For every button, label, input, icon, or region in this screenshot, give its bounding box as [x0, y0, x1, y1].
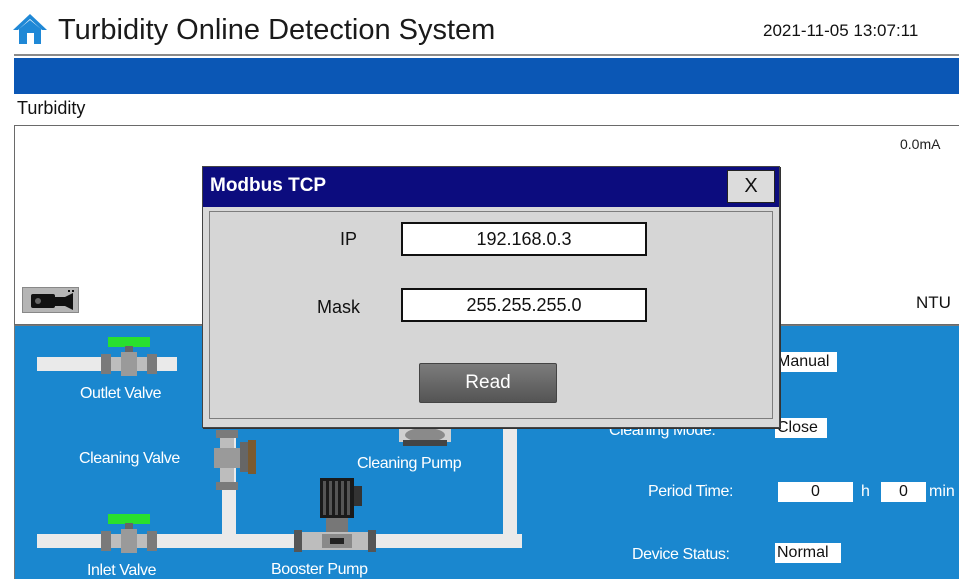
ntu-unit-label: NTU	[916, 293, 951, 312]
mask-field[interactable]: 255.255.255.0	[401, 288, 647, 322]
app-title: Turbidity Online Detection System	[58, 14, 496, 46]
outlet-valve-label: Outlet Valve	[80, 385, 162, 402]
cleaning-pump-label: Cleaning Pump	[357, 455, 462, 472]
modbus-tcp-dialog: Modbus TCP X IP 192.168.0.3 Mask 255.255…	[202, 166, 780, 428]
cleaning-pump[interactable]	[397, 426, 453, 453]
device-status-value: Normal	[775, 543, 841, 563]
inlet-valve-icon	[101, 514, 157, 553]
read-button[interactable]: Read	[419, 363, 557, 403]
home-icon[interactable]	[12, 12, 48, 46]
camera-button[interactable]	[22, 287, 79, 313]
inlet-valve-label: Inlet Valve	[87, 562, 157, 579]
mode-value[interactable]: Manual	[775, 352, 837, 372]
cleaning-valve-icon	[214, 430, 256, 490]
booster-pump-icon	[294, 478, 376, 552]
dialog-title: Modbus TCP	[210, 175, 327, 196]
minutes-unit: min	[929, 483, 955, 500]
cleaning-pump-icon	[399, 428, 451, 446]
ip-field[interactable]: 192.168.0.3	[401, 222, 647, 256]
ip-label: IP	[340, 229, 358, 249]
header-divider	[14, 54, 959, 56]
inlet-valve[interactable]	[99, 513, 159, 560]
period-hours-input[interactable]: 0	[778, 482, 853, 502]
mask-label: Mask	[317, 297, 361, 317]
turbidity-label: Turbidity	[17, 98, 86, 118]
hours-unit: h	[861, 483, 870, 500]
outlet-valve[interactable]	[99, 336, 159, 383]
booster-pump-label: Booster Pump	[271, 561, 368, 578]
cleaning-valve-label: Cleaning Valve	[79, 450, 180, 467]
period-minutes-input[interactable]: 0	[881, 482, 926, 502]
close-button[interactable]: X	[727, 170, 775, 203]
cleaning-valve[interactable]	[210, 430, 256, 495]
device-status-label: Device Status:	[632, 546, 730, 563]
title-bar	[14, 58, 959, 94]
datetime-display: 2021-11-05 13:07:11	[763, 21, 919, 40]
return-pipe-vertical	[503, 428, 517, 548]
camera-icon	[31, 290, 74, 310]
current-ma-value: 0.0mA	[900, 136, 941, 152]
period-time-label: Period Time:	[648, 483, 734, 500]
cleaning-mode-value[interactable]: Close	[775, 418, 827, 438]
outlet-valve-icon	[101, 337, 157, 376]
booster-pump[interactable]	[292, 478, 378, 559]
